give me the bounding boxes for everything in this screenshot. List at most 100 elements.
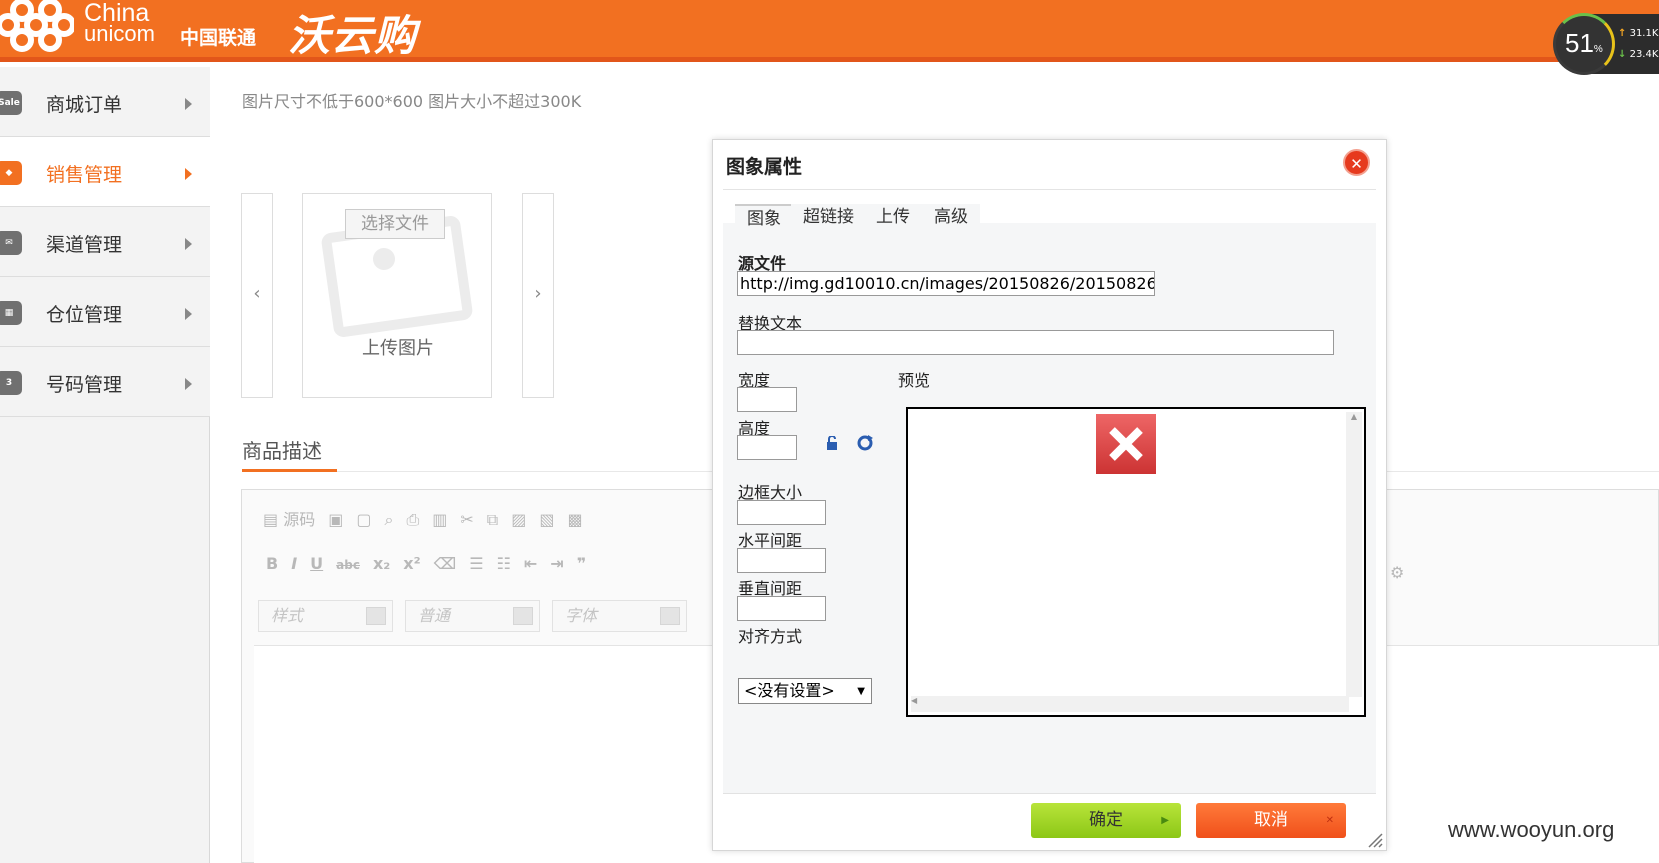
tab-advanced[interactable]: 高级: [922, 204, 980, 232]
save-icon[interactable]: ▣: [328, 505, 343, 535]
source-url-input[interactable]: http://img.gd10010.cn/images/20150826/20…: [737, 271, 1155, 296]
broken-image-icon: [1096, 414, 1156, 474]
upload-next-button[interactable]: ›: [522, 193, 554, 398]
outdent-icon[interactable]: ⇤: [524, 549, 537, 579]
chevron-down-icon: [660, 607, 680, 625]
chevron-right-icon: [185, 168, 192, 180]
height-input[interactable]: [737, 435, 797, 460]
preview-vertical-scrollbar[interactable]: ▲: [1346, 412, 1362, 697]
description-title: 商品描述: [242, 439, 322, 463]
numbered-list-icon[interactable]: ☰: [469, 549, 483, 579]
blockquote-icon[interactable]: ❞: [577, 549, 586, 579]
vspace-input[interactable]: [737, 596, 826, 621]
format-select[interactable]: 普通: [405, 600, 540, 632]
sidebar: Sale 商城订单 ◆ 销售管理 ✉ 渠道管理 ▦ 仓位管理 3 号码管理: [0, 67, 210, 863]
source-icon[interactable]: ▤ 源码: [263, 505, 315, 535]
dialog-title: 图象属性: [726, 156, 803, 178]
cut-icon[interactable]: ✂: [460, 505, 473, 535]
preview-horizontal-scrollbar[interactable]: ◀: [911, 696, 1349, 712]
new-page-icon[interactable]: ▢: [356, 505, 371, 535]
watermark: www.wooyun.org: [1448, 817, 1615, 842]
alignment-select[interactable]: <没有设置> ▼: [738, 678, 872, 704]
style-select[interactable]: 样式: [258, 600, 393, 632]
upload-speed: ↑ 31.1K: [1618, 28, 1659, 39]
brand-logo: 沃云购: [288, 11, 418, 60]
bullet-list-icon[interactable]: ☷: [497, 549, 511, 579]
about-icon[interactable]: ⚙: [1390, 558, 1404, 588]
paste-word-icon[interactable]: ▩: [567, 505, 582, 535]
lock-ratio-icon[interactable]: [826, 436, 838, 450]
sidebar-item-label: 渠道管理: [46, 234, 123, 256]
width-input[interactable]: [737, 387, 797, 412]
alt-text-input[interactable]: [737, 330, 1334, 355]
chevron-right-icon: [185, 308, 192, 320]
cart-icon: ▦: [0, 301, 22, 325]
indent-icon[interactable]: ⇥: [550, 549, 563, 579]
paste-text-icon[interactable]: ▧: [539, 505, 554, 535]
envelope-icon: ✉: [0, 231, 22, 255]
unicom-knot-logo-icon: [0, 0, 74, 52]
box-icon: ◆: [0, 161, 22, 185]
cancel-button[interactable]: 取消 ✕: [1196, 803, 1346, 838]
chevron-right-icon: [185, 98, 192, 110]
sidebar-item-channel-management[interactable]: ✉ 渠道管理: [0, 207, 210, 277]
sidebar-item-mall-orders[interactable]: Sale 商城订单: [0, 67, 210, 137]
sale-tag-icon: Sale: [0, 91, 22, 115]
strikethrough-icon[interactable]: abc: [336, 550, 360, 580]
ok-button[interactable]: 确定 ▶: [1031, 803, 1181, 838]
sidebar-item-warehouse-management[interactable]: ▦ 仓位管理: [0, 277, 210, 347]
chevron-right-icon: [185, 378, 192, 390]
border-size-input[interactable]: [737, 500, 826, 525]
image-properties-dialog: 图象属性 ✕ 源文件 http://img.gd10010.cn/images/…: [712, 139, 1387, 851]
arrow-right-icon: ▶: [1161, 815, 1169, 826]
logo-text-unicom: unicom: [84, 21, 155, 46]
divider: [723, 189, 1376, 190]
tab-hyperlink[interactable]: 超链接: [791, 204, 866, 232]
paste-icon[interactable]: ▨: [511, 505, 526, 535]
copy-icon[interactable]: ⧉: [487, 505, 498, 535]
resize-grip-icon[interactable]: [1365, 830, 1383, 848]
chevron-down-icon: [513, 607, 533, 625]
upload-arrow-icon: ↑: [1618, 28, 1627, 39]
close-icon[interactable]: ✕: [1343, 149, 1370, 176]
chevron-down-icon: [366, 607, 386, 625]
sidebar-item-label: 仓位管理: [46, 304, 123, 326]
chevron-right-icon: [185, 238, 192, 250]
subscript-icon[interactable]: x₂: [373, 549, 390, 579]
download-arrow-icon: ↓: [1618, 49, 1627, 60]
download-speed: ↓ 23.4K: [1618, 49, 1659, 60]
tab-image[interactable]: 图象: [735, 204, 793, 232]
network-usage-percent: 51%: [1565, 28, 1603, 58]
tab-upload[interactable]: 上传: [864, 204, 922, 232]
italic-icon[interactable]: I: [291, 549, 297, 579]
choose-file-button[interactable]: 选择文件: [345, 209, 445, 239]
template-icon[interactable]: ▥: [432, 505, 447, 535]
editor-toolbar-row-2: B I Uabc x₂ x² ⌫ ☰ ☷ ⇤ ⇥ ❞: [266, 549, 599, 579]
alignment-label: 对齐方式: [738, 627, 803, 646]
sidebar-item-label: 商城订单: [46, 94, 123, 116]
sidebar-item-sales-management[interactable]: ◆ 销售管理: [0, 137, 210, 207]
font-select[interactable]: 字体: [552, 600, 687, 632]
image-size-hint: 图片尺寸不低于600*600 图片大小不超过300K: [242, 92, 582, 111]
number-tag-icon: 3: [0, 371, 22, 395]
upload-caption: 上传图片: [362, 338, 434, 359]
superscript-icon[interactable]: x²: [403, 549, 420, 579]
logo-text-cn: 中国联通: [180, 27, 257, 49]
editor-toolbar-row-1: ▤ 源码 ▣ ▢ ⌕ ⎙ ▥ ✂ ⧉ ▨ ▧ ▩: [263, 505, 596, 535]
chevron-down-icon: ▼: [857, 686, 865, 697]
sidebar-item-number-management[interactable]: 3 号码管理: [0, 347, 210, 417]
preview-icon[interactable]: ⌕: [384, 505, 393, 535]
sidebar-item-label: 销售管理: [46, 164, 123, 186]
image-upload-box[interactable]: 选择文件 上传图片: [302, 193, 492, 398]
title-underline: [242, 469, 337, 472]
print-icon[interactable]: ⎙: [406, 505, 419, 535]
bold-icon[interactable]: B: [266, 549, 278, 579]
upload-prev-button[interactable]: ‹: [241, 193, 273, 398]
underline-icon[interactable]: U: [310, 549, 323, 579]
remove-format-icon[interactable]: ⌫: [434, 549, 457, 579]
hspace-input[interactable]: [737, 548, 826, 573]
reset-size-icon[interactable]: [856, 434, 874, 452]
divider: [723, 793, 1376, 794]
top-header-bar: China unicom 中国联通 沃云购: [0, 0, 1659, 62]
preview-label: 预览: [898, 371, 931, 390]
